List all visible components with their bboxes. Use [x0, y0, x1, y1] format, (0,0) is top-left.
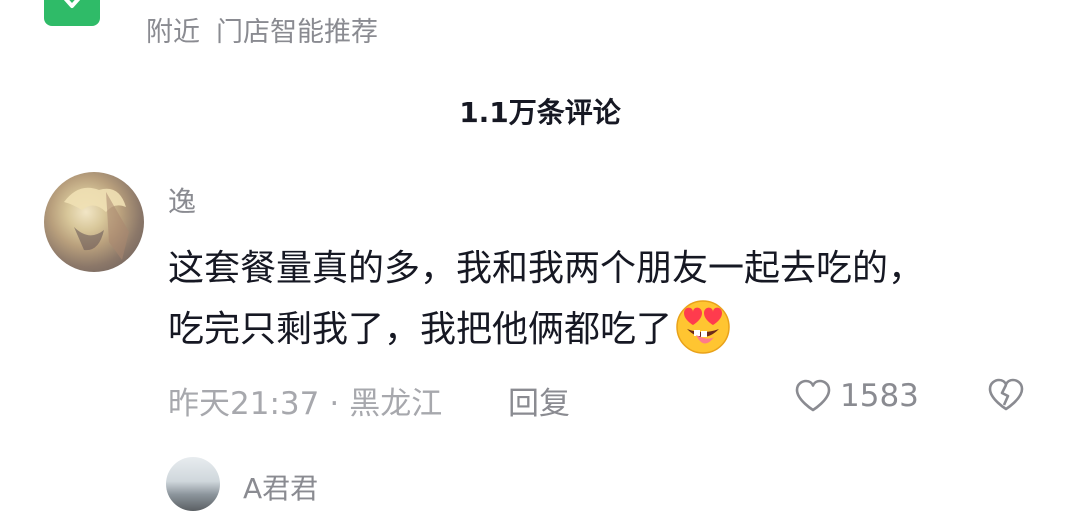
reply-button[interactable]: 回复 — [508, 378, 570, 423]
avatar-illustration — [64, 187, 129, 260]
comment-time: 昨天21:37 — [168, 386, 320, 422]
comment-meta: 昨天21:37 · 黑龙江 — [168, 378, 442, 423]
comment-username[interactable]: A君君 — [243, 467, 318, 507]
like-button[interactable]: 1583 — [794, 376, 919, 416]
meta-separator: · — [329, 386, 340, 422]
store-recommend-label: 门店智能推荐 — [216, 17, 378, 48]
heart-outline-icon — [795, 379, 831, 412]
dislike-button[interactable] — [987, 378, 1025, 416]
avatar[interactable] — [44, 172, 144, 272]
location-badge[interactable] — [44, 0, 100, 26]
comment-text: 这套餐量真的多，我和我两个朋友一起去吃的， 吃完只剩我了，我把他俩都吃了 — [168, 241, 1038, 358]
like-count: 1583 — [840, 378, 919, 414]
nearby-bar[interactable]: 附近 门店智能推荐 — [146, 10, 378, 49]
comment-count-title: 1.1万条评论 — [459, 96, 621, 129]
comment-line-2-text: 吃完只剩我了，我把他俩都吃了 — [168, 309, 673, 350]
nearby-label: 附近 — [146, 17, 200, 48]
avatar[interactable] — [166, 457, 220, 511]
broken-heart-icon — [988, 378, 1024, 411]
location-pin-icon — [63, 0, 81, 8]
heart-eyes-tongue-emoji — [676, 300, 730, 354]
comment-username[interactable]: 逸 — [168, 180, 196, 220]
comment-line-2: 吃完只剩我了，我把他俩都吃了 — [168, 297, 1038, 358]
comment-location: 黑龙江 — [349, 386, 443, 422]
comment-line-1: 这套餐量真的多，我和我两个朋友一起去吃的， — [168, 248, 925, 289]
